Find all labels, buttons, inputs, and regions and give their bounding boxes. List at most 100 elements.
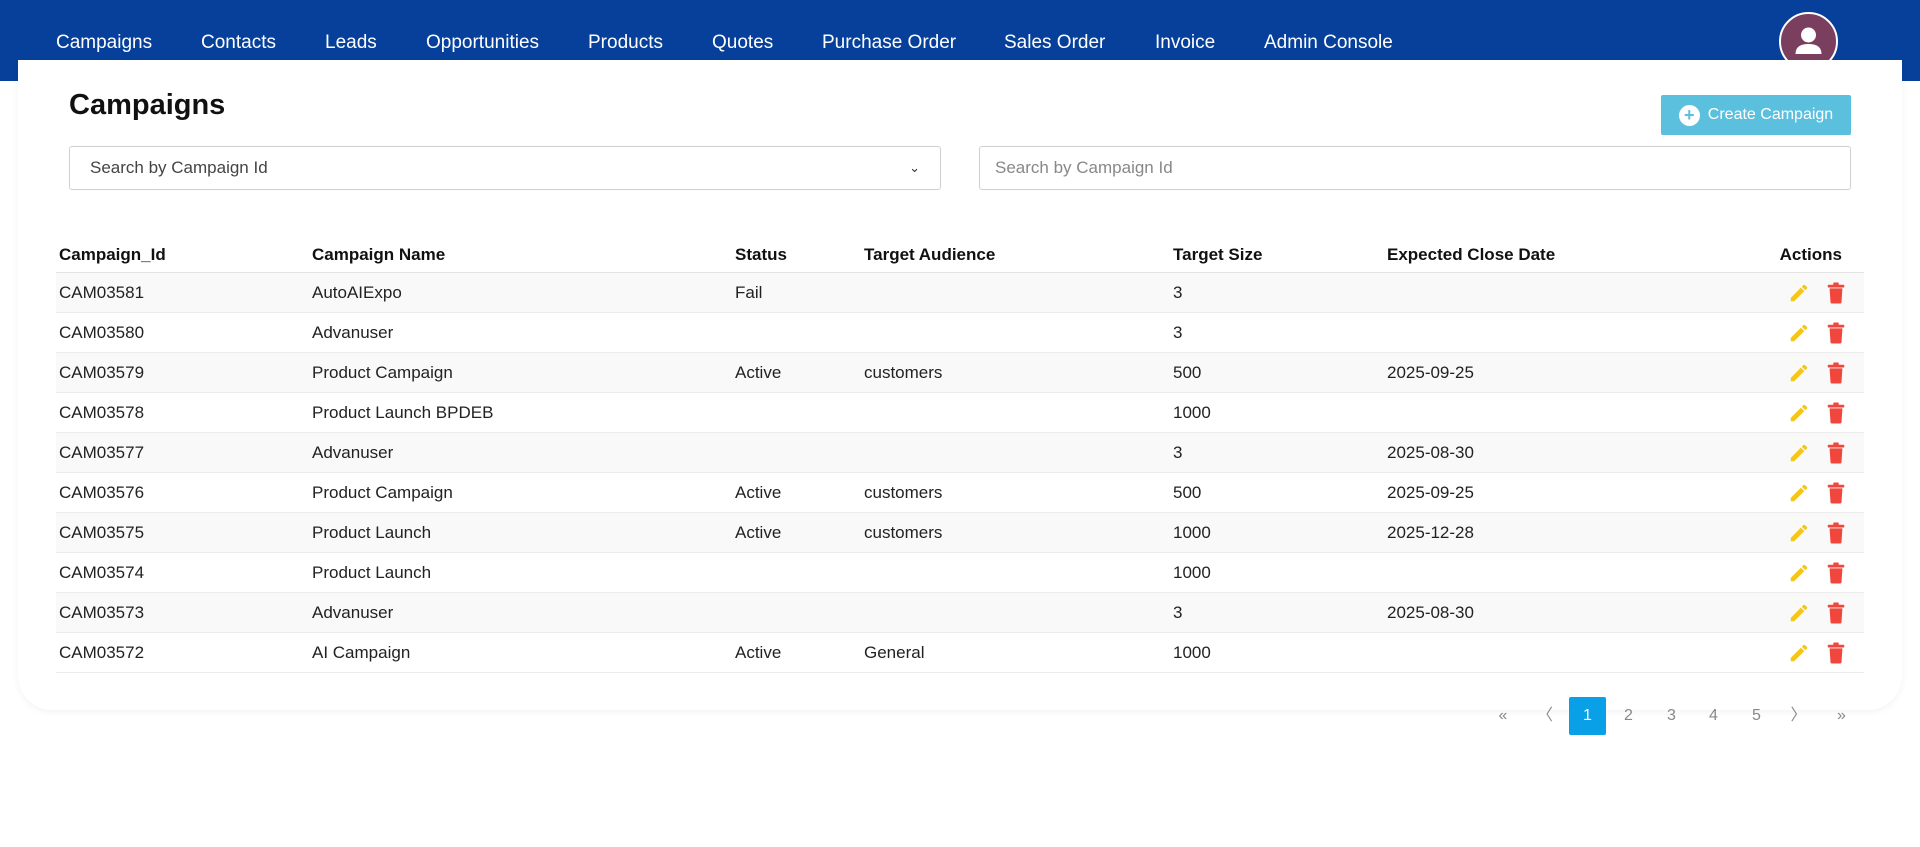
trash-icon[interactable] — [1826, 601, 1848, 624]
campaign-id-cell: CAM03574 — [56, 552, 309, 593]
nav-item-opportunities[interactable]: Opportunities — [426, 32, 539, 54]
trash-icon[interactable] — [1826, 481, 1848, 504]
campaign-name-cell: AutoAIExpo — [309, 272, 732, 313]
campaign-name-cell: AI Campaign — [309, 632, 732, 673]
expected-close-date-cell: 2025-08-30 — [1384, 432, 1714, 473]
expected-close-date-cell: 2025-09-25 — [1384, 472, 1714, 513]
target-size-cell: 3 — [1170, 432, 1384, 473]
nav-item-sales-order[interactable]: Sales Order — [1004, 32, 1105, 54]
pencil-icon[interactable] — [1788, 322, 1810, 344]
next-page-button[interactable]: 〉 — [1785, 697, 1812, 735]
nav-item-invoice[interactable]: Invoice — [1155, 32, 1215, 54]
page-2-button[interactable]: 2 — [1615, 697, 1642, 735]
target-size-cell: 1000 — [1170, 392, 1384, 433]
actions-cell — [1714, 552, 1864, 593]
campaign-id-cell: CAM03576 — [56, 472, 309, 513]
column-header-target-audience[interactable]: Target Audience — [861, 237, 1170, 273]
pencil-icon[interactable] — [1788, 282, 1810, 304]
trash-icon[interactable] — [1826, 521, 1848, 544]
campaign-id-cell: CAM03573 — [56, 592, 309, 633]
nav-item-admin-console[interactable]: Admin Console — [1264, 32, 1393, 54]
actions-cell — [1714, 392, 1864, 433]
column-header-status[interactable]: Status — [732, 237, 861, 273]
create-campaign-button[interactable]: + Create Campaign — [1661, 95, 1851, 135]
column-header-campaign-id[interactable]: Campaign_Id — [56, 237, 309, 273]
trash-icon[interactable] — [1826, 281, 1848, 304]
campaign-name-cell: Advanuser — [309, 312, 732, 353]
pencil-icon[interactable] — [1788, 442, 1810, 464]
expected-close-date-cell: 2025-09-25 — [1384, 352, 1714, 393]
status-cell: Active — [732, 632, 861, 673]
trash-icon[interactable] — [1826, 441, 1848, 464]
campaign-id-cell: CAM03575 — [56, 512, 309, 553]
pencil-icon[interactable] — [1788, 522, 1810, 544]
expected-close-date-cell — [1384, 272, 1714, 313]
target-size-cell: 3 — [1170, 592, 1384, 633]
actions-cell — [1714, 632, 1864, 673]
actions-cell — [1714, 512, 1864, 553]
trash-icon[interactable] — [1826, 561, 1848, 584]
target-audience-cell — [861, 312, 1170, 353]
target-audience-cell: customers — [861, 352, 1170, 393]
column-header-expected-close-date[interactable]: Expected Close Date — [1384, 237, 1714, 273]
column-header-campaign-name[interactable]: Campaign Name — [309, 237, 732, 273]
pencil-icon[interactable] — [1788, 602, 1810, 624]
expected-close-date-cell — [1384, 632, 1714, 673]
page-4-button[interactable]: 4 — [1700, 697, 1727, 735]
campaign-name-cell: Product Launch BPDEB — [309, 392, 732, 433]
status-cell: Active — [732, 512, 861, 553]
target-size-cell: 3 — [1170, 312, 1384, 353]
previous-page-button[interactable]: 〈 — [1532, 697, 1558, 735]
table-row: CAM03572 AI Campaign Active General 1000 — [56, 632, 1864, 673]
target-audience-cell — [861, 392, 1170, 433]
nav-item-products[interactable]: Products — [588, 32, 663, 54]
pencil-icon[interactable] — [1788, 642, 1810, 664]
status-cell: Active — [732, 352, 861, 393]
actions-cell — [1714, 472, 1864, 513]
table-row: CAM03574 Product Launch 1000 — [56, 552, 1864, 593]
actions-cell — [1714, 592, 1864, 633]
table-row: CAM03577 Advanuser 3 2025-08-30 — [56, 432, 1864, 473]
status-cell: Active — [732, 472, 861, 513]
nav-item-quotes[interactable]: Quotes — [712, 32, 773, 54]
search-input[interactable] — [979, 146, 1851, 190]
nav-item-campaigns[interactable]: Campaigns — [56, 32, 152, 54]
page-5-button[interactable]: 5 — [1743, 697, 1770, 735]
trash-icon[interactable] — [1826, 401, 1848, 424]
target-size-cell: 500 — [1170, 472, 1384, 513]
expected-close-date-cell: 2025-12-28 — [1384, 512, 1714, 553]
target-audience-cell: customers — [861, 512, 1170, 553]
column-header-target-size[interactable]: Target Size — [1170, 237, 1384, 273]
search-field-select-value: Search by Campaign Id — [90, 158, 268, 177]
first-page-button[interactable]: « — [1490, 697, 1516, 735]
trash-icon[interactable] — [1826, 361, 1848, 384]
pencil-icon[interactable] — [1788, 482, 1810, 504]
pencil-icon[interactable] — [1788, 402, 1810, 424]
campaign-id-cell: CAM03577 — [56, 432, 309, 473]
page-3-button[interactable]: 3 — [1658, 697, 1685, 735]
target-size-cell: 1000 — [1170, 512, 1384, 553]
search-field-select[interactable]: Search by Campaign Id ⌄ — [69, 146, 941, 190]
nav-item-purchase-order[interactable]: Purchase Order — [822, 32, 956, 54]
table-row: CAM03576 Product Campaign Active customers 5… — [56, 472, 1864, 513]
nav-item-leads[interactable]: Leads — [325, 32, 377, 54]
pencil-icon[interactable] — [1788, 362, 1810, 384]
nav-item-contacts[interactable]: Contacts — [201, 32, 276, 54]
actions-cell — [1714, 352, 1864, 393]
campaigns-table: Campaign_Id Campaign Name Status Target … — [56, 237, 1864, 673]
campaign-id-cell: CAM03572 — [56, 632, 309, 673]
trash-icon[interactable] — [1826, 641, 1848, 664]
actions-cell — [1714, 432, 1864, 473]
trash-icon[interactable] — [1826, 321, 1848, 344]
expected-close-date-cell — [1384, 552, 1714, 593]
table-row: CAM03581 AutoAIExpo Fail 3 — [56, 272, 1864, 313]
expected-close-date-cell — [1384, 312, 1714, 353]
pencil-icon[interactable] — [1788, 562, 1810, 584]
status-cell — [732, 432, 861, 473]
page-1-button[interactable]: 1 — [1569, 697, 1606, 735]
target-audience-cell: General — [861, 632, 1170, 673]
last-page-button[interactable]: » — [1828, 697, 1855, 735]
chevron-down-icon: ⌄ — [909, 160, 920, 175]
page-title: Campaigns — [69, 89, 226, 121]
status-cell — [732, 552, 861, 593]
